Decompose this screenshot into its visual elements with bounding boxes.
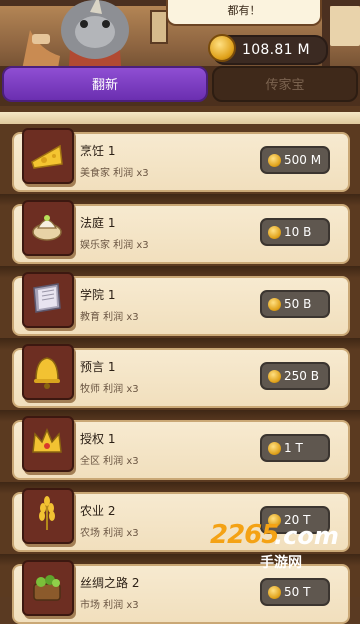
coin-icon xyxy=(268,442,281,455)
item-subtitle: 市场 利润 x3 xyxy=(80,600,139,611)
tab-heirloom[interactable]: 传家宝 xyxy=(212,66,358,102)
currency-display: 108.81 M xyxy=(208,34,328,65)
watermark-name: 手游网 xyxy=(260,555,302,571)
buy-button[interactable]: 50 B xyxy=(260,290,330,318)
item-cost: 10 B xyxy=(284,225,312,239)
buy-button[interactable]: 10 B xyxy=(260,218,330,246)
coin-icon xyxy=(268,298,281,311)
cheese-icon xyxy=(22,128,74,184)
item-subtitle: 娱乐家 利润 x3 xyxy=(80,240,149,251)
tab-renovate[interactable]: 翻新 xyxy=(2,66,208,102)
watermark-brand: 2265 xyxy=(210,520,279,550)
item-cost: 50 B xyxy=(284,297,312,311)
item-title: 预言 1 xyxy=(80,360,116,374)
item-subtitle: 美食家 利润 x3 xyxy=(80,168,149,179)
item-subtitle: 农场 利润 x3 xyxy=(80,528,139,539)
item-title: 学院 1 xyxy=(80,288,116,302)
coin-icon xyxy=(208,34,236,62)
bell-icon xyxy=(22,344,74,400)
item-cost: 500 M xyxy=(284,153,322,167)
crown-icon xyxy=(22,416,74,472)
coin-icon xyxy=(268,370,281,383)
upgrade-item-authorization: 授权 1 全区 利润 x3 1 T xyxy=(12,416,350,480)
buy-button[interactable]: 500 M xyxy=(260,146,330,174)
tab-renovate-label: 翻新 xyxy=(91,78,118,93)
tab-heirloom-label: 传家宝 xyxy=(265,78,305,93)
currency-amount: 108.81 M xyxy=(242,42,310,58)
upgrade-item-cooking: 烹饪 1 美食家 利润 x3 500 M xyxy=(12,128,350,192)
item-subtitle: 全区 利润 x3 xyxy=(80,456,139,467)
coin-icon xyxy=(268,226,281,239)
buy-button[interactable]: 250 B xyxy=(260,362,330,390)
pie-icon xyxy=(22,200,74,256)
item-cost: 50 T xyxy=(284,585,311,599)
item-title: 丝绸之路 2 xyxy=(80,576,140,590)
buy-button[interactable]: 1 T xyxy=(260,434,330,462)
list-top-shelf xyxy=(0,112,360,124)
item-title: 法庭 1 xyxy=(80,216,116,230)
upgrade-item-court: 法庭 1 娱乐家 利润 x3 10 B xyxy=(12,200,350,264)
vegetables-icon xyxy=(22,560,74,616)
buy-button[interactable]: 50 T xyxy=(260,578,330,606)
speech-text: 都有！ xyxy=(227,4,261,17)
site-watermark: 2265 .com 手游网 xyxy=(200,520,350,576)
watermark-domain: .com xyxy=(274,522,339,550)
item-title: 授权 1 xyxy=(80,432,116,446)
item-cost: 1 T xyxy=(284,441,303,455)
item-subtitle: 牧师 利润 x3 xyxy=(80,384,139,395)
wheat-icon xyxy=(22,488,74,544)
coin-icon xyxy=(268,586,281,599)
background-wall xyxy=(330,6,360,46)
item-title: 烹饪 1 xyxy=(80,144,116,158)
upgrade-item-academy: 学院 1 教育 利润 x3 50 B xyxy=(12,272,350,336)
book-icon xyxy=(22,272,74,328)
speech-bubble: 都有！ xyxy=(166,0,322,26)
item-title: 农业 2 xyxy=(80,504,116,518)
item-cost: 250 B xyxy=(284,369,319,383)
coin-icon xyxy=(268,154,281,167)
item-subtitle: 教育 利润 x3 xyxy=(80,312,139,323)
upgrade-item-prophecy: 预言 1 牧师 利润 x3 250 B xyxy=(12,344,350,408)
